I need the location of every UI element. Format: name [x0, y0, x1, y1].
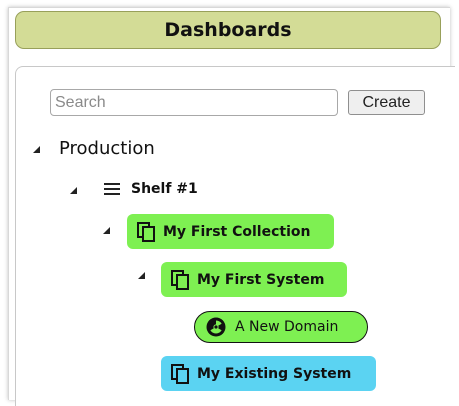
radiation-icon	[206, 317, 226, 337]
create-button[interactable]: Create	[348, 90, 425, 115]
copy-icon	[171, 269, 189, 290]
dashboards-title: Dashboards	[164, 19, 292, 41]
hamburger-icon	[104, 183, 120, 195]
expand-toggle-production-icon[interactable]	[33, 146, 40, 153]
collection-label: My First Collection	[163, 223, 311, 240]
tree-node-production[interactable]: Production	[59, 138, 155, 159]
existing-system-label: My Existing System	[197, 365, 352, 382]
dashboards-header: Dashboards	[15, 11, 441, 49]
first-system-label: My First System	[197, 271, 325, 288]
tree-node-shelf[interactable]: Shelf #1	[131, 181, 198, 197]
expand-toggle-system-icon[interactable]	[138, 272, 145, 279]
tree-node-collection[interactable]: My First Collection	[127, 214, 334, 249]
copy-icon	[171, 363, 189, 384]
create-button-label: Create	[362, 93, 411, 111]
tree-node-first-system[interactable]: My First System	[161, 262, 347, 297]
search-input[interactable]	[50, 89, 338, 116]
expand-toggle-shelf-icon[interactable]	[70, 187, 77, 194]
tree-node-existing-system[interactable]: My Existing System	[161, 356, 376, 391]
expand-toggle-collection-icon[interactable]	[103, 227, 110, 234]
copy-icon	[137, 221, 155, 242]
domain-label: A New Domain	[235, 319, 339, 335]
tree-node-domain[interactable]: A New Domain	[194, 311, 368, 343]
